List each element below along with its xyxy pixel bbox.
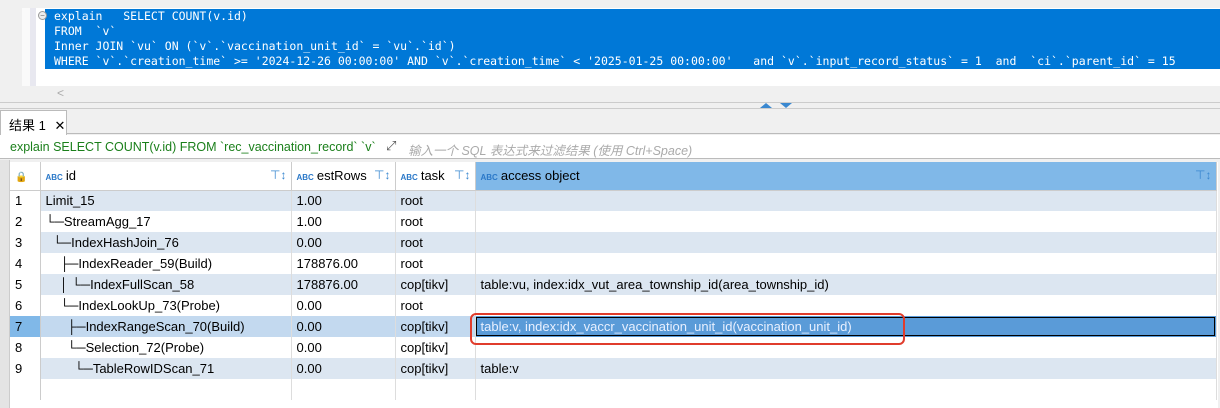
- row-lock-header: 🔒: [10, 162, 41, 191]
- empty-cell: [395, 379, 476, 400]
- row-number[interactable]: 8: [10, 337, 41, 358]
- empty-cell: [291, 379, 396, 400]
- tab-label: 结果 1: [9, 118, 46, 133]
- estrows-cell[interactable]: 0.00: [291, 316, 396, 337]
- estrows-cell[interactable]: 0.00: [291, 337, 396, 358]
- header-label: id: [65, 168, 76, 184]
- filter-sort-icon[interactable]: ⊤↕: [374, 168, 390, 182]
- task-cell[interactable]: root: [395, 295, 476, 316]
- text-type-icon: ABC: [296, 173, 314, 183]
- table-row[interactable]: 5 │ └─IndexFullScan_58 178876.00 cop[tikv]…: [10, 274, 1217, 295]
- estrows-cell[interactable]: 1.00: [291, 190, 396, 211]
- access-object-cell[interactable]: table:vu, index:idx_vut_area_township_id…: [475, 274, 1217, 295]
- row-number[interactable]: 9: [10, 358, 41, 379]
- task-cell[interactable]: cop[tikv]: [395, 316, 476, 337]
- estrows-cell[interactable]: 0.00: [291, 232, 396, 253]
- estrows-cell[interactable]: 1.00: [291, 211, 396, 232]
- text-type-icon: ABC: [400, 173, 418, 183]
- text-type-icon: ABC: [480, 173, 498, 183]
- collapse-down-icon[interactable]: [780, 103, 792, 108]
- id-cell[interactable]: └─TableRowIDScan_71: [40, 358, 292, 379]
- task-cell[interactable]: root: [395, 232, 476, 253]
- task-cell[interactable]: cop[tikv]: [395, 274, 476, 295]
- access-object-cell[interactable]: [475, 190, 1217, 211]
- id-cell[interactable]: └─Selection_72(Probe): [40, 337, 292, 358]
- row-number[interactable]: 7: [10, 316, 41, 337]
- row-number[interactable]: 4: [10, 253, 41, 274]
- id-cell[interactable]: Limit_15: [40, 190, 292, 211]
- line-number-bar: [30, 8, 36, 86]
- splitter[interactable]: [0, 102, 1220, 109]
- column-header-task[interactable]: ABC task ⊤↕: [395, 162, 476, 191]
- access-object-cell[interactable]: [475, 232, 1217, 253]
- empty-cell: [40, 379, 292, 400]
- row-number[interactable]: 3: [10, 232, 41, 253]
- id-cell[interactable]: └─StreamAgg_17: [40, 211, 292, 232]
- id-cell[interactable]: └─IndexLookUp_73(Probe): [40, 295, 292, 316]
- highlight-annotation: [470, 313, 905, 345]
- estrows-cell[interactable]: 0.00: [291, 358, 396, 379]
- collapse-up-icon[interactable]: [760, 103, 772, 108]
- header-label: estRows: [316, 168, 367, 184]
- access-object-cell[interactable]: table:v: [475, 358, 1217, 379]
- row-number[interactable]: 1: [10, 190, 41, 211]
- filter-sort-icon[interactable]: ⊤↕: [1195, 168, 1211, 182]
- id-cell[interactable]: │ └─IndexFullScan_58: [40, 274, 292, 295]
- column-header-access-object[interactable]: ABC access object ⊤↕: [475, 162, 1217, 191]
- empty-cell: [475, 379, 1217, 400]
- results-grid: 🔒 ABC id ⊤↕ ABC estRows ⊤↕ ABC task ⊤↕ ABC acce…: [10, 162, 1218, 408]
- task-cell[interactable]: cop[tikv]: [395, 337, 476, 358]
- estrows-cell[interactable]: 0.00: [291, 295, 396, 316]
- task-cell[interactable]: root: [395, 190, 476, 211]
- estrows-cell[interactable]: 178876.00: [291, 274, 396, 295]
- row-number[interactable]: 2: [10, 211, 41, 232]
- expand-icon[interactable]: ⤢: [386, 138, 396, 154]
- filter-sort-icon[interactable]: ⊤↕: [270, 168, 286, 182]
- filter-input[interactable]: 输入一个 SQL 表达式来过滤结果 (使用 Ctrl+Space): [408, 140, 692, 159]
- code-line: Inner JOIN `vu` ON (`v`.`vaccination_uni…: [54, 39, 456, 53]
- id-cell[interactable]: └─IndexHashJoin_76: [40, 232, 292, 253]
- horizontal-scrollbar[interactable]: <: [45, 86, 1220, 101]
- table-row[interactable]: 3 └─IndexHashJoin_76 0.00 root: [10, 232, 1217, 253]
- id-cell[interactable]: ├─IndexRangeScan_70(Build): [40, 316, 292, 337]
- empty-cell: [10, 379, 41, 400]
- header-label: access object: [500, 168, 580, 184]
- column-header-id[interactable]: ABC id ⊤↕: [40, 162, 292, 191]
- side-toolbar: [0, 160, 10, 408]
- row-number[interactable]: 6: [10, 295, 41, 316]
- task-cell[interactable]: cop[tikv]: [395, 358, 476, 379]
- code-line: FROM `v`: [54, 24, 117, 38]
- code-line: explain SELECT COUNT(v.id): [54, 9, 248, 23]
- results-tab-bar: [0, 110, 1220, 134]
- query-text: explain SELECT COUNT(v.id) FROM `rec_vac…: [10, 140, 376, 154]
- id-cell[interactable]: ├─IndexReader_59(Build): [40, 253, 292, 274]
- table-row[interactable]: 1 Limit_15 1.00 root: [10, 190, 1217, 211]
- filter-sort-icon[interactable]: ⊤↕: [454, 168, 470, 182]
- fold-icon[interactable]: −: [38, 11, 47, 20]
- code-line: WHERE `v`.`creation_time` >= '2024-12-26…: [54, 54, 1176, 68]
- table-row[interactable]: 2 └─StreamAgg_17 1.00 root: [10, 211, 1217, 232]
- tab-results-1[interactable]: 结果 1 ✕: [0, 110, 67, 135]
- lock-icon: 🔒: [15, 172, 28, 184]
- task-cell[interactable]: root: [395, 253, 476, 274]
- task-cell[interactable]: root: [395, 211, 476, 232]
- header-label: task: [420, 168, 445, 184]
- column-header-estrows[interactable]: ABC estRows ⊤↕: [291, 162, 396, 191]
- estrows-cell[interactable]: 178876.00: [291, 253, 396, 274]
- access-object-cell[interactable]: [475, 253, 1217, 274]
- row-number[interactable]: 5: [10, 274, 41, 295]
- text-type-icon: ABC: [45, 173, 63, 183]
- table-row[interactable]: 9 └─TableRowIDScan_71 0.00 cop[tikv] table:…: [10, 358, 1217, 379]
- empty-row: [10, 379, 1217, 400]
- access-object-cell[interactable]: [475, 211, 1217, 232]
- scroll-left-icon[interactable]: <: [57, 86, 64, 100]
- close-icon[interactable]: ✕: [54, 118, 65, 133]
- table-row[interactable]: 4 ├─IndexReader_59(Build) 178876.00 root: [10, 253, 1217, 274]
